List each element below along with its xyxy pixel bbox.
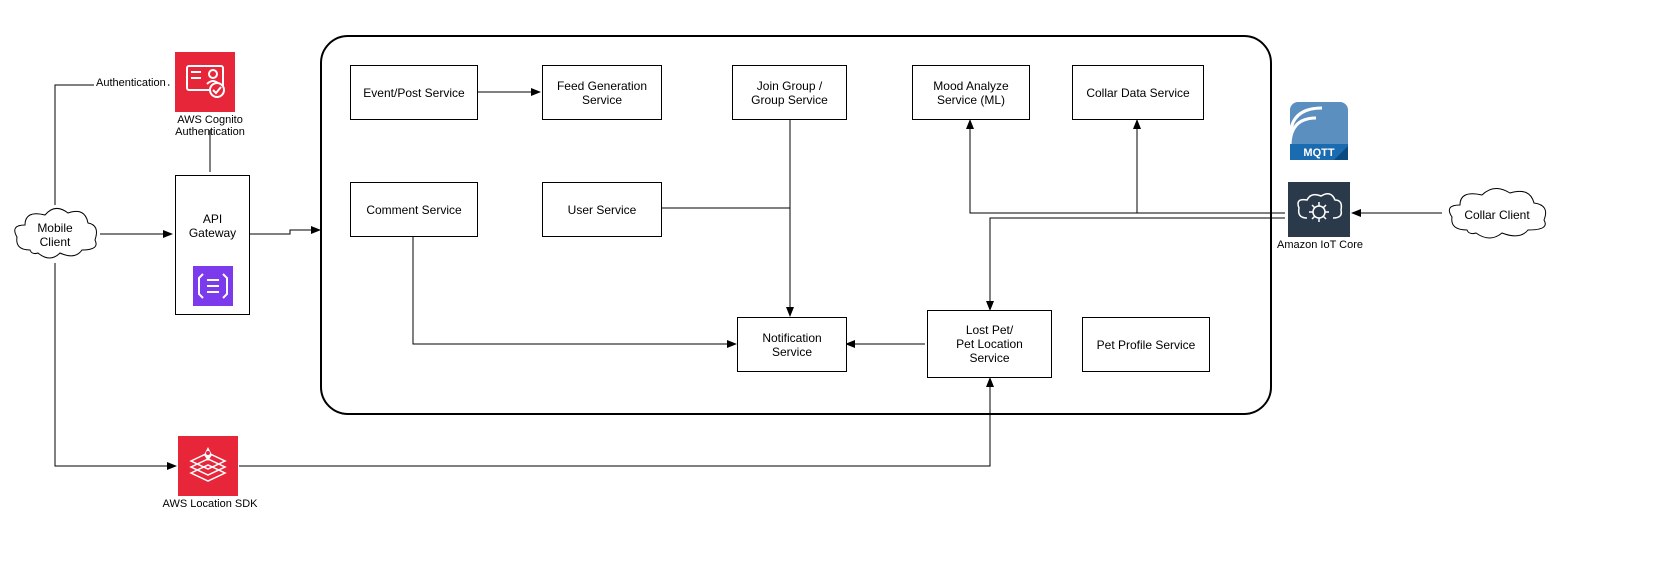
mqtt-icon: MQTT [1288,100,1350,162]
user-service-label: User Service [568,203,637,217]
feed-generation-service-node: Feed Generation Service [542,65,662,120]
lost-pet-service-node: Lost Pet/ Pet Location Service [927,310,1052,378]
event-post-service-label: Event/Post Service [363,86,464,100]
api-gateway-node: API Gateway [175,175,250,315]
event-post-service-node: Event/Post Service [350,65,478,120]
lost-pet-service-label: Lost Pet/ Pet Location Service [956,323,1023,365]
pet-profile-service-node: Pet Profile Service [1082,317,1210,372]
collar-client-node: Collar Client [1442,185,1552,245]
api-gateway-label: API Gateway [176,176,249,240]
collar-client-label: Collar Client [1464,208,1529,222]
notification-service-node: Notification Service [737,317,847,372]
join-group-service-node: Join Group / Group Service [732,65,847,120]
api-gateway-icon [193,266,233,306]
mobile-client-label: Mobile Client [37,221,72,250]
collar-data-service-node: Collar Data Service [1072,65,1204,120]
user-service-node: User Service [542,182,662,237]
aws-location-sdk-icon [178,436,238,496]
authentication-edge-label: Authentication [94,77,168,89]
aws-cognito-label: AWS Cognito Authentication [150,114,270,138]
feed-generation-service-label: Feed Generation Service [557,79,647,107]
comment-service-label: Comment Service [366,203,461,217]
collar-data-service-label: Collar Data Service [1086,86,1189,100]
mood-analyze-service-node: Mood Analyze Service (ML) [912,65,1030,120]
join-group-service-label: Join Group / Group Service [751,79,828,107]
pet-profile-service-label: Pet Profile Service [1097,338,1196,352]
comment-service-node: Comment Service [350,182,478,237]
amazon-iot-core-label: Amazon IoT Core [1260,239,1380,251]
svg-text:MQTT: MQTT [1303,147,1334,159]
aws-location-sdk-label: AWS Location SDK [150,498,270,510]
notification-service-label: Notification Service [742,331,842,359]
aws-cognito-icon [175,52,235,112]
mobile-client-node: Mobile Client [10,205,100,265]
amazon-iot-core-icon [1288,182,1350,237]
mood-analyze-service-label: Mood Analyze Service (ML) [933,79,1008,107]
